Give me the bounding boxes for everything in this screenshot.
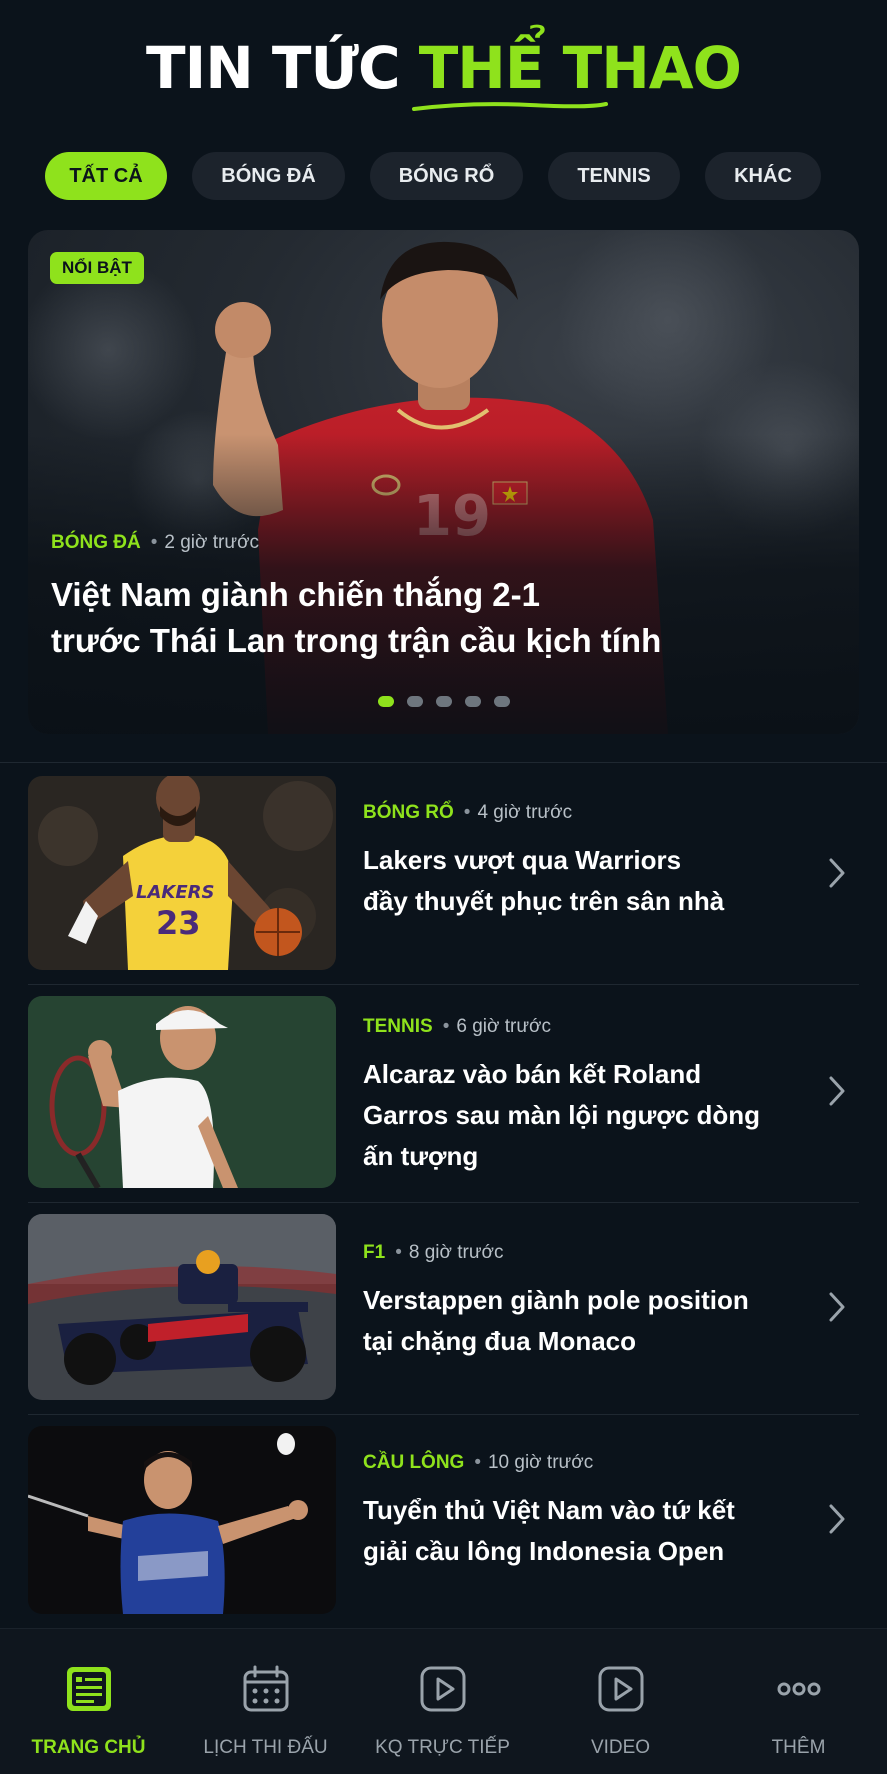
news-headline-line: đầy thuyết phục trên sân nhà xyxy=(363,886,725,916)
news-thumbnail xyxy=(28,996,336,1188)
chevron-right-icon[interactable] xyxy=(825,1290,849,1324)
carousel-dot[interactable] xyxy=(465,696,481,707)
play-icon xyxy=(598,1666,643,1712)
news-headline-line: giải cầu lông Indonesia Open xyxy=(363,1536,725,1566)
news-thumbnail xyxy=(28,1426,336,1614)
header: TIN TỨC THỂ THAO xyxy=(0,0,887,140)
nav-live-results[interactable]: KQ TRỰC TIẾP xyxy=(354,1629,531,1774)
jersey-number: 23 xyxy=(156,904,201,942)
carousel-dot[interactable] xyxy=(494,696,510,707)
page-title: TIN TỨC THỂ THAO xyxy=(0,36,887,100)
hero-headline: Việt Nam giành chiến thắng 2-1 trước Thá… xyxy=(51,572,811,664)
news-headline: Tuyển thủ Việt Nam vào tứ kết giải cầu l… xyxy=(363,1490,803,1572)
bottom-navigation: TRANG CHỦ LỊCH THI ĐẤU KQ TRỰC TIẾP VIDE… xyxy=(0,1628,887,1774)
divider xyxy=(28,984,859,985)
news-time: 10 giờ trước xyxy=(487,1452,594,1473)
chevron-right-icon[interactable] xyxy=(825,856,849,890)
news-headline-line: ấn tượng xyxy=(363,1141,479,1171)
news-category: BÓNG RỔ xyxy=(363,802,454,823)
chevron-right-icon[interactable] xyxy=(825,1502,849,1536)
more-icon xyxy=(777,1682,820,1696)
title-green: THỂ THAO xyxy=(418,34,742,102)
hero-meta: BÓNG ĐÁ • 2 giờ trước xyxy=(51,532,259,554)
news-category: CẦU LÔNG xyxy=(363,1452,465,1473)
news-headline: Alcaraz vào bán kết Roland Garros sau mà… xyxy=(363,1054,803,1177)
hero-category: BÓNG ĐÁ xyxy=(51,532,141,553)
tab-basketball[interactable]: BÓNG RỔ xyxy=(370,152,523,200)
jersey-wordmark: LAKERS xyxy=(136,882,214,903)
news-item[interactable]: TENNIS • 6 giờ trước Alcaraz vào bán kết… xyxy=(28,996,859,1188)
news-headline-line: Verstappen giành pole position xyxy=(363,1285,749,1315)
carousel-dot[interactable] xyxy=(436,696,452,707)
news-category: F1 xyxy=(363,1242,386,1263)
nav-home[interactable]: TRANG CHỦ xyxy=(0,1629,177,1774)
nav-label: VIDEO xyxy=(590,1737,651,1758)
news-headline-line: Garros sau màn lội ngược dòng xyxy=(363,1100,761,1130)
news-item[interactable]: F1 • 8 giờ trước Verstappen giành pole p… xyxy=(28,1214,859,1400)
news-meta: CẦU LÔNG • 10 giờ trước xyxy=(363,1452,593,1474)
news-headline-line: Lakers vượt qua Warriors xyxy=(363,845,682,875)
hero-time: 2 giờ trước xyxy=(164,532,260,553)
news-time: 6 giờ trước xyxy=(456,1016,552,1037)
meta-separator-dot: • xyxy=(474,1452,481,1473)
divider xyxy=(0,762,887,763)
news-time: 4 giờ trước xyxy=(477,802,573,823)
nav-label: THÊM xyxy=(771,1737,826,1758)
nav-label: TRANG CHỦ xyxy=(31,1737,146,1758)
news-category: TENNIS xyxy=(363,1016,433,1037)
title-underline-decoration xyxy=(412,102,608,111)
news-thumbnail: LAKERS 23 xyxy=(28,776,336,970)
news-headline-line: Alcaraz vào bán kết Roland xyxy=(363,1059,702,1089)
carousel-pagination xyxy=(378,696,510,707)
meta-separator-dot: • xyxy=(442,1016,450,1037)
news-headline: Lakers vượt qua Warriors đầy thuyết phục… xyxy=(363,840,803,922)
nav-schedule[interactable]: LỊCH THI ĐẤU xyxy=(177,1629,354,1774)
hero-headline-line-1: Việt Nam giành chiến thắng 2-1 xyxy=(51,576,540,613)
featured-article-card[interactable]: 19 NỔI BẬT BÓNG ĐÁ • 2 giờ trước Việt Na… xyxy=(28,230,859,734)
news-item[interactable]: LAKERS 23 BÓNG RỔ • 4 giờ trước Lakers v… xyxy=(28,776,859,970)
news-meta: F1 • 8 giờ trước xyxy=(363,1242,504,1264)
news-time: 8 giờ trước xyxy=(408,1242,504,1263)
news-thumbnail xyxy=(28,1214,336,1400)
nav-video[interactable]: VIDEO xyxy=(532,1629,709,1774)
tab-other[interactable]: KHÁC xyxy=(705,152,821,200)
meta-separator-dot: • xyxy=(395,1242,402,1263)
nav-label: LỊCH THI ĐẤU xyxy=(203,1737,328,1758)
play-icon xyxy=(420,1666,465,1712)
carousel-dot[interactable] xyxy=(378,696,394,707)
tab-all[interactable]: TẤT CẢ xyxy=(45,152,167,200)
divider xyxy=(28,1202,859,1203)
tab-football[interactable]: BÓNG ĐÁ xyxy=(192,152,345,200)
news-icon xyxy=(66,1667,111,1711)
nav-label: KQ TRỰC TIẾP xyxy=(375,1737,510,1758)
news-headline: Verstappen giành pole position tại chặng… xyxy=(363,1280,803,1362)
category-tabs: TẤT CẢ BÓNG ĐÁ BÓNG RỔ TENNIS KHÁC xyxy=(45,152,845,200)
news-meta: TENNIS • 6 giờ trước xyxy=(363,1016,551,1038)
news-headline-line: Tuyển thủ Việt Nam vào tứ kết xyxy=(363,1495,735,1525)
news-headline-line: tại chặng đua Monaco xyxy=(363,1326,637,1356)
hero-headline-line-2: trước Thái Lan trong trận cầu kịch tính xyxy=(51,622,662,659)
news-item[interactable]: CẦU LÔNG • 10 giờ trước Tuyển thủ Việt N… xyxy=(28,1426,859,1614)
meta-separator-dot: • xyxy=(463,802,471,823)
nav-more[interactable]: THÊM xyxy=(710,1629,887,1774)
title-white: TIN TỨC xyxy=(146,34,400,102)
news-meta: BÓNG RỔ • 4 giờ trước xyxy=(363,802,572,824)
calendar-icon xyxy=(243,1665,288,1712)
divider xyxy=(28,1414,859,1415)
meta-separator-dot: • xyxy=(150,532,158,553)
carousel-dot[interactable] xyxy=(407,696,423,707)
tab-tennis[interactable]: TENNIS xyxy=(548,152,680,200)
featured-badge: NỔI BẬT xyxy=(50,252,144,284)
chevron-right-icon[interactable] xyxy=(825,1074,849,1108)
